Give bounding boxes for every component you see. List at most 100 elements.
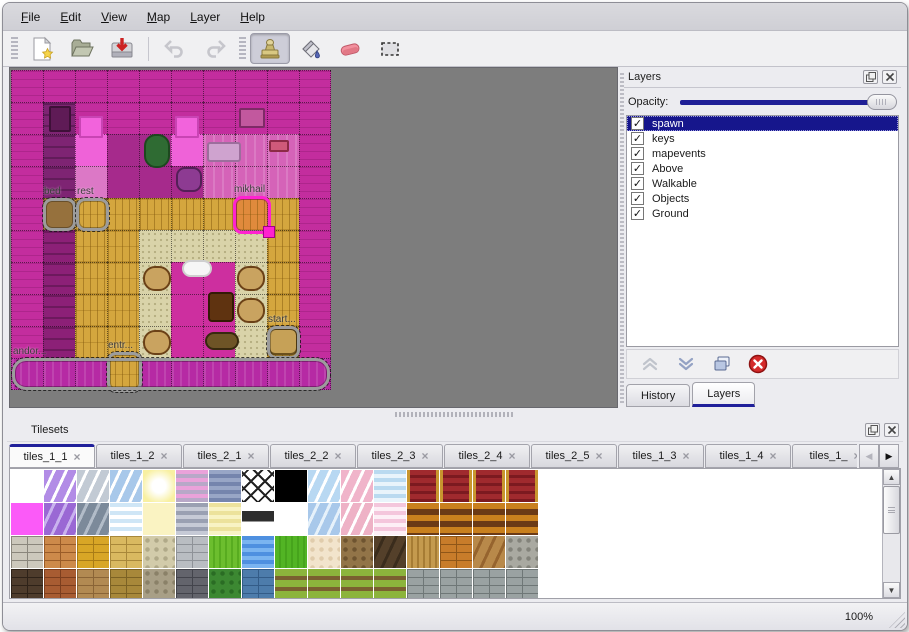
tile[interactable] <box>473 536 505 568</box>
resize-grip-icon[interactable] <box>889 612 905 628</box>
tileset-tab-tiles_1_3[interactable]: tiles_1_3× <box>618 444 704 468</box>
tile[interactable] <box>209 470 241 502</box>
menu-view[interactable]: View <box>91 7 137 27</box>
tile[interactable] <box>242 503 274 535</box>
layer-row-spawn[interactable]: ✓spawn <box>627 116 898 131</box>
toolbar-handle[interactable] <box>239 37 246 61</box>
tile[interactable] <box>407 470 439 502</box>
tileset-tab-tiles_1_1[interactable]: tiles_1_1× <box>9 444 95 468</box>
close-tab-icon[interactable]: × <box>422 451 429 461</box>
tile[interactable] <box>407 503 439 535</box>
dock-tab-history[interactable]: History <box>626 384 690 407</box>
tile[interactable] <box>374 503 406 535</box>
tile[interactable] <box>473 503 505 535</box>
raise-layer-button[interactable] <box>637 352 663 376</box>
tile[interactable] <box>44 536 76 568</box>
layer-visible-checkbox[interactable]: ✓ <box>631 162 644 175</box>
horizontal-splitter[interactable] <box>3 409 907 419</box>
tile[interactable] <box>341 503 373 535</box>
float-panel-button[interactable] <box>863 70 878 84</box>
tile[interactable] <box>374 569 406 599</box>
close-tab-icon[interactable]: × <box>248 451 255 461</box>
tile[interactable] <box>440 470 472 502</box>
close-tab-icon[interactable]: × <box>683 451 690 461</box>
layer-visible-checkbox[interactable]: ✓ <box>631 207 644 220</box>
tile[interactable] <box>11 569 43 599</box>
map-canvas[interactable]: bedrestmikhailstart...entr...andor... <box>9 67 618 408</box>
eraser-tool-button[interactable] <box>330 33 370 64</box>
map-object[interactable] <box>76 198 109 231</box>
tileset-tab-tiles_2_2[interactable]: tiles_2_2× <box>270 444 356 468</box>
tile[interactable] <box>110 569 142 599</box>
tile[interactable] <box>143 503 175 535</box>
tile[interactable] <box>209 569 241 599</box>
layer-row-Walkable[interactable]: ✓Walkable <box>627 176 898 191</box>
tile[interactable] <box>506 470 538 502</box>
tileset-scrollbar[interactable]: ▲ ▼ <box>882 469 900 598</box>
tileset-tab-tiles_2_1[interactable]: tiles_2_1× <box>183 444 269 468</box>
tile[interactable] <box>341 536 373 568</box>
undo-button[interactable] <box>155 33 195 64</box>
tile[interactable] <box>440 503 472 535</box>
tile[interactable] <box>44 569 76 599</box>
tile[interactable] <box>44 503 76 535</box>
layer-visible-checkbox[interactable]: ✓ <box>631 177 644 190</box>
tile[interactable] <box>143 536 175 568</box>
tile[interactable] <box>308 470 340 502</box>
tileset-tab-tiles_2_5[interactable]: tiles_2_5× <box>531 444 617 468</box>
scroll-up-button[interactable]: ▲ <box>883 469 900 485</box>
tile[interactable] <box>110 536 142 568</box>
tile[interactable] <box>341 569 373 599</box>
layer-row-Ground[interactable]: ✓Ground <box>627 206 898 221</box>
new-file-button[interactable] <box>22 33 62 64</box>
tile[interactable] <box>506 569 538 599</box>
tile[interactable] <box>44 470 76 502</box>
tile[interactable] <box>308 536 340 568</box>
tile[interactable] <box>506 536 538 568</box>
tile[interactable] <box>77 470 109 502</box>
tile[interactable] <box>473 470 505 502</box>
tile[interactable] <box>110 470 142 502</box>
open-folder-button[interactable] <box>62 33 102 64</box>
scrollbar-thumb[interactable] <box>883 486 900 534</box>
layer-row-mapevents[interactable]: ✓mapevents <box>627 146 898 161</box>
save-button[interactable] <box>102 33 142 64</box>
menu-map[interactable]: Map <box>137 7 180 27</box>
tile[interactable] <box>176 470 208 502</box>
tile[interactable] <box>275 536 307 568</box>
layer-visible-checkbox[interactable]: ✓ <box>631 147 644 160</box>
lower-layer-button[interactable] <box>673 352 699 376</box>
tileset-tab-tiles_1_2[interactable]: tiles_1_2× <box>96 444 182 468</box>
tile[interactable] <box>308 569 340 599</box>
tile[interactable] <box>473 569 505 599</box>
tile[interactable] <box>374 470 406 502</box>
opacity-slider[interactable] <box>680 94 897 110</box>
tile[interactable] <box>242 470 274 502</box>
scroll-down-button[interactable]: ▼ <box>883 582 900 598</box>
close-tilesets-button[interactable] <box>884 423 899 437</box>
tile[interactable] <box>11 503 43 535</box>
float-tilesets-button[interactable] <box>865 423 880 437</box>
tileset-tab-tiles_2_3[interactable]: tiles_2_3× <box>357 444 443 468</box>
scroll-tabs-left-button[interactable]: ◀ <box>859 444 879 468</box>
menu-file[interactable]: File <box>11 7 50 27</box>
redo-button[interactable] <box>195 33 235 64</box>
stamp-tool-button[interactable] <box>250 33 290 64</box>
delete-layer-button[interactable] <box>745 352 771 376</box>
map-object[interactable] <box>12 358 330 390</box>
tile[interactable] <box>275 569 307 599</box>
tile[interactable] <box>209 503 241 535</box>
opacity-slider-handle[interactable] <box>867 94 897 110</box>
close-tab-icon[interactable]: × <box>335 451 342 461</box>
tile[interactable] <box>77 503 109 535</box>
layer-row-keys[interactable]: ✓keys <box>627 131 898 146</box>
tile[interactable] <box>77 536 109 568</box>
tile[interactable] <box>176 569 208 599</box>
selection-handle[interactable] <box>263 226 275 238</box>
tile[interactable] <box>143 569 175 599</box>
tile[interactable] <box>407 569 439 599</box>
close-panel-button[interactable] <box>882 70 897 84</box>
tile[interactable] <box>341 470 373 502</box>
tile[interactable] <box>275 470 307 502</box>
menu-edit[interactable]: Edit <box>50 7 91 27</box>
